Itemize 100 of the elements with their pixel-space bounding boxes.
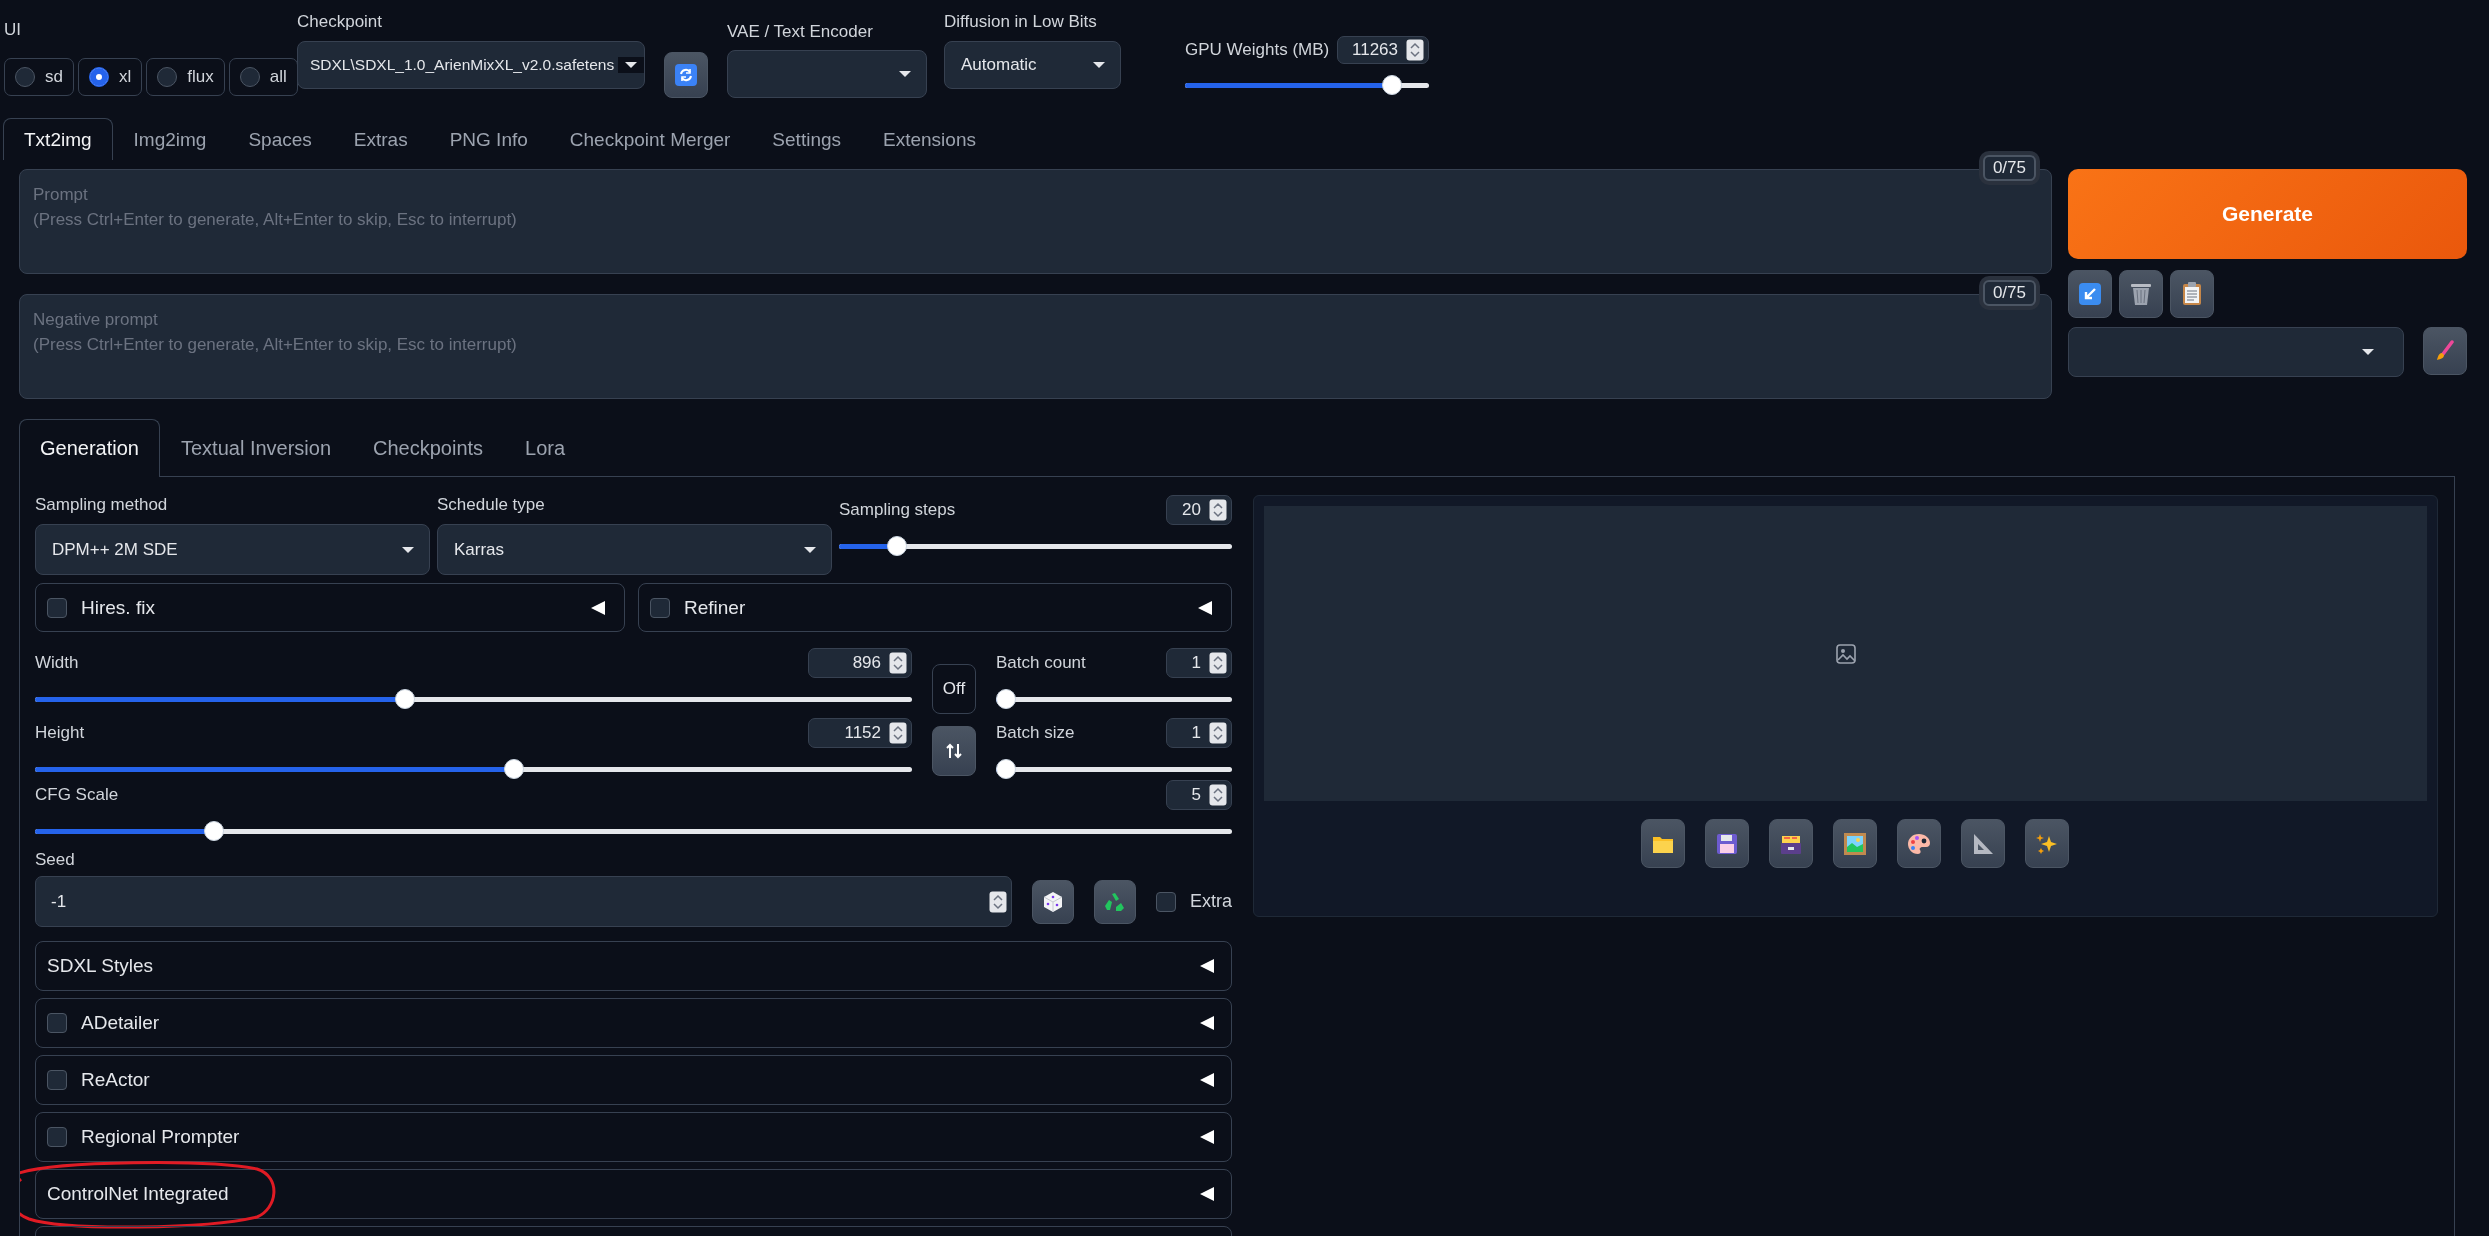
accordion-header[interactable]: Hires. fix [35, 583, 625, 632]
tab[interactable]: Generation [19, 419, 160, 477]
tab[interactable]: Spaces [227, 118, 333, 160]
radio-button[interactable] [239, 67, 260, 87]
checkbox[interactable] [1156, 891, 1176, 912]
slider[interactable] [35, 689, 912, 709]
slider[interactable] [996, 689, 1232, 709]
accordion-title: ReActor [81, 1069, 150, 1091]
collapse-icon [1197, 599, 1213, 616]
checkbox[interactable] [47, 1070, 67, 1090]
palette-icon [1906, 832, 1931, 855]
send-image-button[interactable] [1832, 819, 1877, 868]
collapse-icon [1199, 1015, 1215, 1031]
toggle-button[interactable]: Off [932, 664, 976, 714]
checkbox[interactable] [47, 597, 67, 618]
open-folder-button[interactable] [1640, 819, 1685, 868]
radio-button[interactable] [15, 67, 35, 87]
sparkle-button[interactable] [2024, 819, 2069, 868]
field-label: UI [4, 20, 22, 40]
radio-option[interactable]: flux [146, 58, 225, 96]
dice-button[interactable] [1032, 879, 1074, 924]
field-label: Schedule type [437, 495, 545, 514]
tab[interactable]: Lora [504, 419, 587, 477]
brush-button[interactable] [2423, 327, 2467, 375]
refresh-button[interactable] [664, 52, 708, 98]
field-label: Width [35, 653, 79, 673]
field-label: Batch count [996, 653, 1086, 673]
caret-icon [624, 61, 639, 69]
slider-thumb[interactable] [996, 759, 1016, 779]
slider-thumb[interactable] [503, 759, 524, 779]
field-label: Checkpoint [297, 12, 384, 32]
field-label: Height [35, 723, 85, 743]
checkbox[interactable] [47, 1127, 67, 1147]
swap-button[interactable] [932, 726, 976, 776]
checkbox[interactable] [650, 597, 670, 618]
number-field[interactable]: -1 [35, 876, 1012, 927]
checkbox[interactable] [47, 1013, 67, 1033]
recycle-icon [1104, 890, 1126, 913]
radio-option[interactable]: sd [4, 58, 74, 96]
trash-icon [2130, 282, 2152, 306]
sampler-dropdown[interactable]: DPM++ 2M SDE [35, 524, 430, 575]
checkpoint-dropdown[interactable]: SDXL\SDXL_1.0_ArienMixXL_v2.0.safetens [297, 41, 645, 89]
accordion-header[interactable]: ADetailer [35, 998, 1232, 1048]
field-label: CFG Scale [35, 785, 119, 805]
slider-thumb[interactable] [996, 689, 1016, 709]
tab[interactable]: Checkpoints [352, 419, 505, 477]
caret-icon [803, 545, 817, 554]
field-label: GPU Weights (MB) [1185, 40, 1330, 60]
recycle-button[interactable] [1094, 879, 1136, 924]
collapse-icon [590, 599, 606, 616]
archive-button[interactable] [1768, 819, 1813, 868]
diffusion-dropdown[interactable]: Automatic [944, 41, 1121, 89]
collapse-icon [1199, 1129, 1215, 1145]
slider-thumb[interactable] [204, 821, 225, 841]
accordion-title: Hires. fix [81, 596, 155, 619]
clipboard-button[interactable] [2170, 270, 2214, 318]
tab[interactable]: Extras [332, 118, 429, 160]
accordion-header[interactable]: SDXL Styles [35, 941, 1232, 991]
accordion-header[interactable]: Refiner [638, 583, 1232, 632]
dice-icon [1042, 890, 1064, 913]
tab[interactable]: Img2img [112, 118, 228, 160]
radio-button[interactable] [157, 67, 178, 87]
palette-button[interactable] [1896, 819, 1941, 868]
caret-icon [2361, 348, 2375, 356]
radio-button[interactable] [88, 67, 109, 87]
slider-thumb[interactable] [887, 536, 908, 556]
image-icon [1834, 642, 1857, 665]
tab[interactable]: PNG Info [428, 118, 549, 160]
accordion-title: SDXL Styles [47, 955, 153, 977]
accordion-title: Refiner [684, 596, 746, 619]
slider[interactable] [1185, 75, 1429, 95]
accordion-header[interactable]: ReActor [35, 1055, 1232, 1105]
trash-button[interactable] [2119, 270, 2163, 318]
tab[interactable]: Txt2img [3, 118, 113, 160]
slider[interactable] [839, 536, 1232, 556]
tab[interactable]: Textual Inversion [159, 419, 353, 477]
caret-icon [1092, 61, 1106, 69]
slider-thumb[interactable] [1382, 75, 1403, 95]
collapse-icon [1199, 958, 1215, 974]
accordion-header[interactable]: Regional Prompter [35, 1112, 1232, 1162]
schedule-dropdown[interactable]: Karras [437, 524, 832, 575]
accordion-header[interactable]: ControlNet Integrated [35, 1169, 1232, 1219]
tab[interactable]: Settings [751, 118, 862, 160]
field-label: Seed [35, 850, 75, 869]
apply-button[interactable] [2068, 270, 2112, 318]
collapse-icon [1199, 1186, 1215, 1202]
field-label: Sampling steps [839, 500, 956, 520]
ruler-button[interactable] [1960, 819, 2005, 868]
tab[interactable]: Checkpoint Merger [548, 118, 752, 160]
clipboard-icon [2182, 282, 2202, 306]
slider[interactable] [35, 759, 912, 779]
radio-option[interactable]: xl [77, 58, 143, 96]
accordion-title: ADetailer [81, 1012, 160, 1034]
save-button[interactable] [1704, 819, 1749, 868]
field-label: Batch size [996, 723, 1075, 743]
slider-thumb[interactable] [394, 689, 415, 709]
slider[interactable] [35, 821, 1232, 841]
slider[interactable] [996, 759, 1232, 779]
radio-option[interactable]: all [228, 58, 298, 96]
tab[interactable]: Extensions [862, 118, 997, 160]
